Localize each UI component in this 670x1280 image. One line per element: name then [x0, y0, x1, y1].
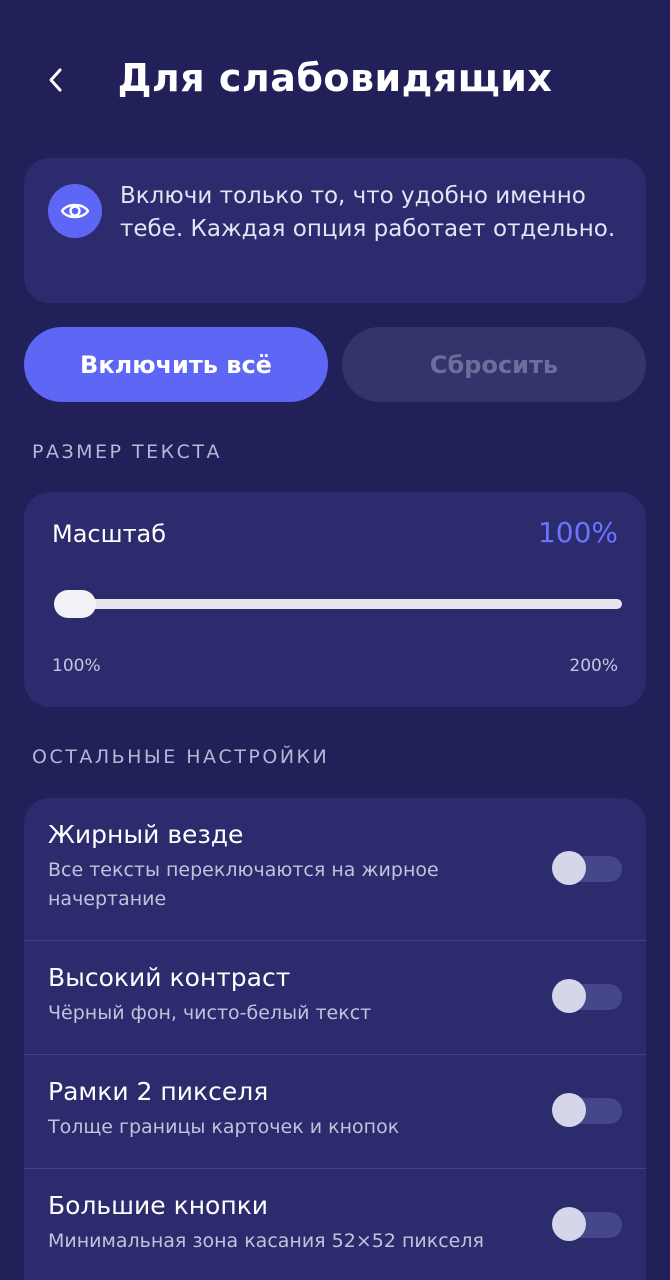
info-text: Включи только то, что удобно именно тебе… [120, 183, 616, 242]
toggle-bold[interactable] [552, 851, 622, 885]
setting-description: Все тексты переключаются на жирное начер… [48, 859, 439, 910]
setting-title: Большие кнопки [48, 1191, 269, 1220]
setting-description: Чёрный фон, чисто-белый текст [48, 1002, 372, 1024]
info-card: Включи только то, что удобно именно тебе… [24, 158, 646, 303]
toggle-knob [552, 979, 586, 1013]
setting-row-bold[interactable]: Жирный везде Все тексты переключаются на… [24, 798, 646, 940]
enable-all-button[interactable]: Включить всё [24, 327, 328, 402]
scale-label: Масштаб [52, 520, 167, 548]
toggle-knob [552, 851, 586, 885]
header: Для слабовидящих [0, 0, 670, 160]
toggle-borders[interactable] [552, 1093, 622, 1127]
toggle-large-buttons[interactable] [552, 1207, 622, 1241]
setting-description: Толще границы карточек и кнопок [48, 1116, 400, 1138]
eye-icon-badge [48, 184, 102, 238]
scale-value: 100% [537, 516, 618, 549]
scale-slider-track[interactable] [56, 599, 622, 609]
reset-button[interactable]: Сбросить [342, 327, 646, 402]
setting-description: Минимальная зона касания 52×52 пикселя [48, 1230, 484, 1252]
scale-min-label: 100% [52, 656, 101, 676]
setting-row-large-buttons[interactable]: Большие кнопки Минимальная зона касания … [24, 1169, 646, 1280]
setting-title: Высокий контраст [48, 963, 291, 992]
section-label-other: ОСТАЛЬНЫЕ НАСТРОЙКИ [32, 746, 330, 768]
scale-max-label: 200% [569, 656, 618, 676]
setting-row-borders[interactable]: Рамки 2 пикселя Толще границы карточек и… [24, 1055, 646, 1168]
setting-row-high-contrast[interactable]: Высокий контраст Чёрный фон, чисто-белый… [24, 941, 646, 1054]
setting-title: Жирный везде [48, 820, 244, 849]
scale-slider-thumb[interactable] [54, 590, 96, 618]
eye-icon [60, 203, 90, 219]
toggle-knob [552, 1207, 586, 1241]
scale-card: Масштаб 100% 100% 200% [24, 492, 646, 707]
settings-card: Жирный везде Все тексты переключаются на… [24, 798, 646, 1280]
toggle-high-contrast[interactable] [552, 979, 622, 1013]
toggle-knob [552, 1093, 586, 1127]
section-label-text-size: РАЗМЕР ТЕКСТА [32, 441, 223, 463]
page-title: Для слабовидящих [117, 56, 553, 100]
setting-title: Рамки 2 пикселя [48, 1077, 269, 1106]
